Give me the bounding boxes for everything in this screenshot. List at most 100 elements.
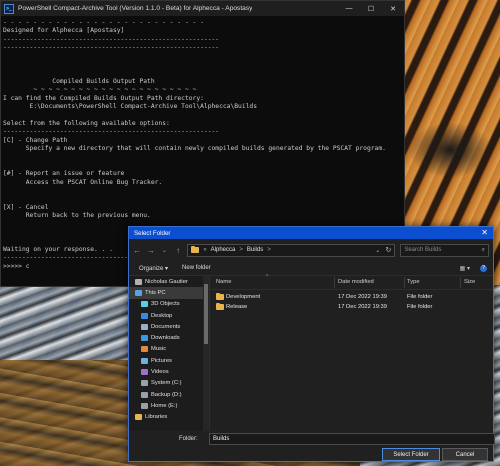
music-icon <box>141 346 148 353</box>
videos-icon <box>141 369 148 376</box>
console-line: Compiled Builds Output Path <box>3 77 155 85</box>
nav-item[interactable]: Pictures <box>129 355 209 366</box>
user-icon <box>135 278 142 285</box>
nav-item[interactable]: Music <box>129 344 209 355</box>
folder-label: Folder: <box>179 436 198 442</box>
nav-item-label: Documents <box>151 323 181 330</box>
folder-icon <box>191 246 200 253</box>
back-icon[interactable]: ← <box>133 246 142 255</box>
console-line: ----------------------------------------… <box>3 44 220 52</box>
column-type[interactable]: Type <box>407 279 420 285</box>
console-line: I can find the Compiled Builds Output Pa… <box>3 94 204 102</box>
file-list[interactable]: ^ Name Date modified Type Size Developme… <box>210 274 493 432</box>
search-input[interactable]: Search Builds ⌕ <box>400 243 489 257</box>
nav-item-label: This PC <box>145 289 166 296</box>
nav-item-label: Videos <box>151 369 169 376</box>
documents-icon <box>141 323 148 330</box>
console-line: [X] - Cancel <box>3 203 49 211</box>
console-line: E:\Documents\PowerShell Compact-Archive … <box>3 103 258 111</box>
column-divider <box>404 277 405 288</box>
pictures-icon <box>141 357 148 364</box>
column-name[interactable]: Name <box>216 279 231 285</box>
nav-item-label: Nicholas Gautier <box>145 278 188 285</box>
maximize-icon[interactable]: ☐ <box>360 1 382 16</box>
file-type: File folder <box>407 304 433 310</box>
nav-item-label: Backup (D:) <box>151 391 182 398</box>
column-date-modified[interactable]: Date modified <box>338 279 374 285</box>
view-options-icon[interactable]: ▦ ▾ <box>460 265 470 272</box>
column-headers: ^ Name Date modified Type Size <box>210 274 493 290</box>
console-line: [#] - Report an issue or feature <box>3 170 125 178</box>
nav-item[interactable]: Libraries <box>129 412 209 423</box>
dialog-footer: Folder: Select Folder Cancel <box>129 431 495 461</box>
breadcrumb-separator: > <box>239 247 243 253</box>
pc-icon <box>135 289 142 296</box>
help-icon[interactable]: ? <box>480 264 487 272</box>
breadcrumb-builds[interactable]: Builds <box>247 247 263 253</box>
file-name: Development <box>226 294 261 300</box>
dialog-titlebar[interactable]: Select Folder ✕ <box>129 227 493 239</box>
up-icon[interactable]: ↑ <box>174 246 183 255</box>
file-modified: 17 Dec 2022 19:39 <box>338 294 387 300</box>
console-titlebar[interactable]: >_ PowerShell Compact-Archive Tool (Vers… <box>1 1 404 16</box>
console-line: Select from the following available opti… <box>3 119 170 127</box>
file-row[interactable]: Development 17 Dec 2022 19:39 File folder <box>210 292 493 302</box>
nav-item[interactable]: Desktop <box>129 310 209 321</box>
select-folder-button[interactable]: Select Folder <box>382 448 440 461</box>
nav-item[interactable]: 3D Objects <box>129 299 209 310</box>
nav-scroll-thumb[interactable] <box>204 284 208 344</box>
close-icon[interactable]: ✕ <box>481 228 488 237</box>
refresh-icon[interactable]: ↻ <box>385 246 391 254</box>
chevron-down-icon[interactable]: ⌄ <box>375 247 380 254</box>
minimize-icon[interactable]: — <box>338 1 360 16</box>
libraries-icon <box>135 414 142 421</box>
console-line: - - - - - - - - - - - - - - - - - - - - … <box>3 19 204 26</box>
column-size[interactable]: Size <box>464 279 475 285</box>
console-line: Specify a new directory that will contai… <box>3 145 386 153</box>
navigation-bar: ← → ⌄ ↑ « Alphecca > Builds > ⌄ ↻ Search… <box>129 239 493 261</box>
console-line: ----------------------------------------… <box>3 128 220 136</box>
search-placeholder: Search Builds <box>404 247 442 253</box>
column-divider <box>460 277 461 288</box>
folder-name-input[interactable] <box>209 433 495 445</box>
nav-scrollbar[interactable] <box>203 276 209 432</box>
nav-item[interactable]: This PC <box>129 287 209 299</box>
file-row[interactable]: Release 17 Dec 2022 19:39 File folder <box>210 302 493 312</box>
3d-objects-icon <box>141 301 148 308</box>
forward-icon[interactable]: → <box>147 246 156 255</box>
select-folder-dialog: Select Folder ✕ ← → ⌄ ↑ « Alphecca > Bui… <box>128 226 495 462</box>
nav-item-label: System (C:) <box>151 380 182 387</box>
breadcrumb-overflow[interactable]: « <box>203 247 206 253</box>
organize-button[interactable]: Organize ▾ <box>139 265 168 272</box>
cancel-button[interactable]: Cancel <box>442 448 488 461</box>
drive-icon <box>141 391 148 398</box>
file-type: File folder <box>407 294 433 300</box>
nav-item-label: Home (E:) <box>151 402 178 409</box>
recent-locations-icon[interactable]: ⌄ <box>160 247 169 254</box>
close-icon[interactable]: ✕ <box>382 1 404 16</box>
address-bar[interactable]: « Alphecca > Builds > ⌄ ↻ <box>187 243 396 257</box>
nav-item[interactable]: System (C:) <box>129 378 209 389</box>
nav-item[interactable]: Nicholas Gautier <box>129 276 209 287</box>
nav-item-label: 3D Objects <box>151 301 180 308</box>
dialog-title: Select Folder <box>134 229 171 237</box>
nav-item[interactable]: Videos <box>129 366 209 377</box>
nav-item[interactable]: Backup (D:) <box>129 389 209 400</box>
new-folder-button[interactable]: New folder <box>182 265 211 271</box>
breadcrumb-alphecca[interactable]: Alphecca <box>211 247 236 253</box>
desktop-icon <box>141 312 148 319</box>
dialog-content: Nicholas Gautier This PC 3D Objects Desktop… <box>129 274 493 432</box>
nav-item-label: Libraries <box>145 414 168 421</box>
nav-item[interactable]: Documents <box>129 321 209 332</box>
file-rows: Development 17 Dec 2022 19:39 File folder R… <box>210 290 493 312</box>
nav-item[interactable]: Home (E:) <box>129 400 209 411</box>
navigation-pane[interactable]: Nicholas Gautier This PC 3D Objects Desktop… <box>129 276 210 432</box>
folder-icon <box>216 303 224 310</box>
toolbar-right: ▦ ▾ ? <box>460 264 487 272</box>
nav-item[interactable]: Downloads <box>129 332 209 343</box>
